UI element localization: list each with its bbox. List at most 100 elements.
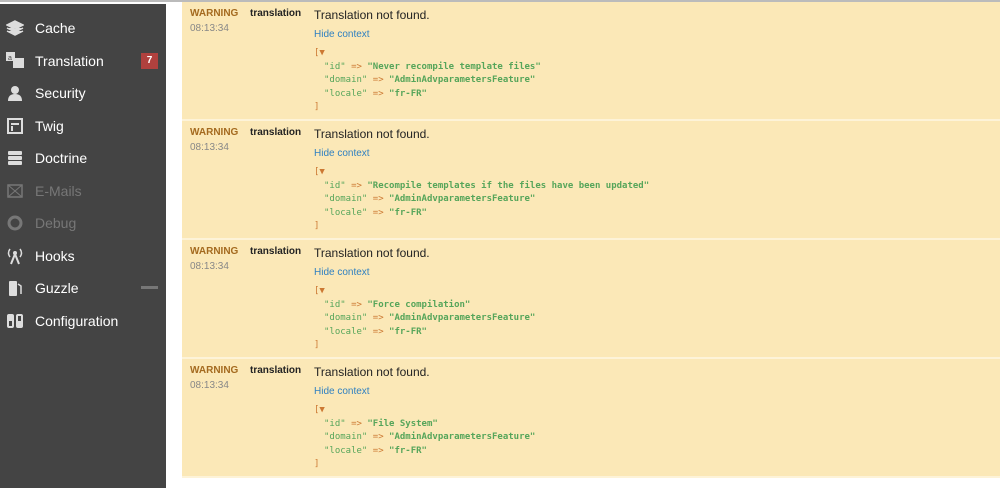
dump-arrow: => (372, 88, 384, 99)
dump-value: "Recompile templates if the files have b… (367, 180, 650, 191)
database-icon (6, 149, 24, 167)
dump-close: ] (314, 340, 320, 350)
dump-toggle[interactable]: [▼ (314, 47, 541, 61)
hide-context-link[interactable]: Hide context (314, 29, 541, 40)
sidebar-item-label: Doctrine (35, 150, 88, 167)
log-list: WARNING 08:13:34 translation Translation… (182, 2, 1000, 484)
dump-key: "id" (324, 418, 346, 429)
user-icon (6, 84, 24, 102)
sidebar-item-security[interactable]: Security (0, 77, 166, 110)
log-channel: translation (250, 246, 302, 257)
log-time: 08:13:34 (190, 261, 229, 272)
dump-value: "File System" (367, 418, 438, 429)
dump-value: "fr-FR" (389, 326, 427, 337)
dump-key: "id" (324, 61, 346, 72)
dump-arrow: => (372, 432, 384, 442)
sidebar-item-label: Translation (35, 52, 104, 69)
hide-context-link[interactable]: Hide context (314, 148, 649, 159)
dump-value: "fr-FR" (389, 445, 427, 456)
dump-arrow: => (372, 445, 384, 456)
sidebar-item-translation[interactable]: a Translation 7 (0, 45, 166, 78)
sidebar-item-guzzle[interactable]: Guzzle (0, 272, 166, 305)
dump-toggle[interactable]: [▼ (314, 285, 535, 299)
dump-close: ] (314, 221, 320, 231)
log-entry: WARNING 08:13:34 translation Translation… (182, 359, 1000, 478)
template-icon (6, 117, 24, 135)
sidebar-item-label: Hooks (35, 247, 75, 264)
context-dump: [▼ "id" => "Never recompile template fil… (314, 47, 541, 115)
log-time: 08:13:34 (190, 380, 229, 391)
dump-value: "AdminAdvparametersFeature" (389, 75, 536, 85)
dump-value: "fr-FR" (389, 88, 427, 99)
count-badge: 7 (141, 52, 158, 69)
log-entry: WARNING 08:13:34 translation Translation… (182, 240, 1000, 359)
log-channel: translation (250, 127, 302, 138)
dump-key: "domain" (324, 194, 368, 204)
context-dump: [▼ "id" => "File System" "domain" => "Adm… (314, 404, 535, 472)
dump-arrow: => (351, 418, 362, 429)
log-level: WARNING (190, 127, 239, 138)
log-time: 08:13:34 (190, 23, 229, 34)
log-message: Translation not found. (314, 127, 430, 141)
sidebar-item-label: Security (35, 85, 86, 102)
hide-context-link[interactable]: Hide context (314, 386, 535, 397)
dump-arrow: => (372, 207, 384, 218)
hide-context-link[interactable]: Hide context (314, 267, 535, 278)
dump-arrow: => (372, 313, 384, 323)
dump-arrow: => (372, 326, 384, 337)
dump-key: "locale" (324, 88, 368, 99)
sidebar-item-doctrine[interactable]: Doctrine (0, 142, 166, 175)
mail-icon (6, 182, 24, 200)
dump-arrow: => (351, 299, 362, 310)
log-message: Translation not found. (314, 365, 430, 379)
log-level: WARNING (190, 8, 239, 19)
dump-arrow: => (351, 61, 362, 72)
sidebar-item-debug[interactable]: Debug (0, 207, 166, 240)
sidebar-item-hooks[interactable]: Hooks (0, 240, 166, 273)
log-message: Translation not found. (314, 246, 430, 260)
empty-indicator (141, 286, 158, 289)
sidebar-item-label: Twig (35, 117, 64, 134)
dump-value: "AdminAdvparametersFeature" (389, 432, 536, 442)
dump-key: "locale" (324, 326, 368, 337)
dump-value: "Force compilation" (367, 299, 471, 310)
dump-value: "AdminAdvparametersFeature" (389, 313, 536, 323)
log-channel: translation (250, 8, 302, 19)
sidebar-item-label: Guzzle (35, 280, 79, 297)
sidebar-item-configuration[interactable]: Configuration (0, 305, 166, 338)
dump-key: "domain" (324, 75, 368, 85)
log-level: WARNING (190, 365, 239, 376)
dump-key: "id" (324, 299, 346, 310)
dump-value: "Never recompile template files" (367, 61, 541, 72)
dump-key: "domain" (324, 313, 368, 323)
translate-icon: a (6, 51, 24, 70)
antenna-icon (6, 247, 24, 265)
log-time: 08:13:34 (190, 142, 229, 153)
dump-key: "id" (324, 180, 346, 191)
context-dump: [▼ "id" => "Force compilation" "domain" =… (314, 285, 535, 353)
dump-value: "fr-FR" (389, 207, 427, 218)
crosshair-icon (6, 214, 24, 232)
sidebar: Cache a Translation 7 Security Twig Doct… (0, 4, 166, 488)
context-dump: [▼ "id" => "Recompile templates if the f… (314, 166, 649, 234)
fuel-icon (6, 279, 24, 297)
sidebar-item-label: E-Mails (35, 182, 82, 199)
sidebar-item-label: Configuration (35, 312, 119, 329)
sidebar-item-label: Debug (35, 215, 77, 232)
dump-arrow: => (372, 194, 384, 204)
dump-close: ] (314, 102, 320, 112)
dump-key: "locale" (324, 207, 368, 218)
sidebar-item-label: Cache (35, 20, 76, 37)
sidebar-item-e-mails[interactable]: E-Mails (0, 175, 166, 208)
sidebar-item-cache[interactable]: Cache (0, 12, 166, 45)
log-level: WARNING (190, 246, 239, 257)
dump-toggle[interactable]: [▼ (314, 166, 649, 180)
log-entry: WARNING 08:13:34 translation Translation… (182, 121, 1000, 240)
log-entry: WARNING 08:13:34 translation Translation… (182, 2, 1000, 121)
dump-toggle[interactable]: [▼ (314, 404, 535, 418)
sidebar-item-twig[interactable]: Twig (0, 110, 166, 143)
log-message: Translation not found. (314, 8, 430, 22)
dump-value: "AdminAdvparametersFeature" (389, 194, 536, 204)
toggle-icon (6, 312, 24, 330)
log-channel: translation (250, 365, 302, 376)
